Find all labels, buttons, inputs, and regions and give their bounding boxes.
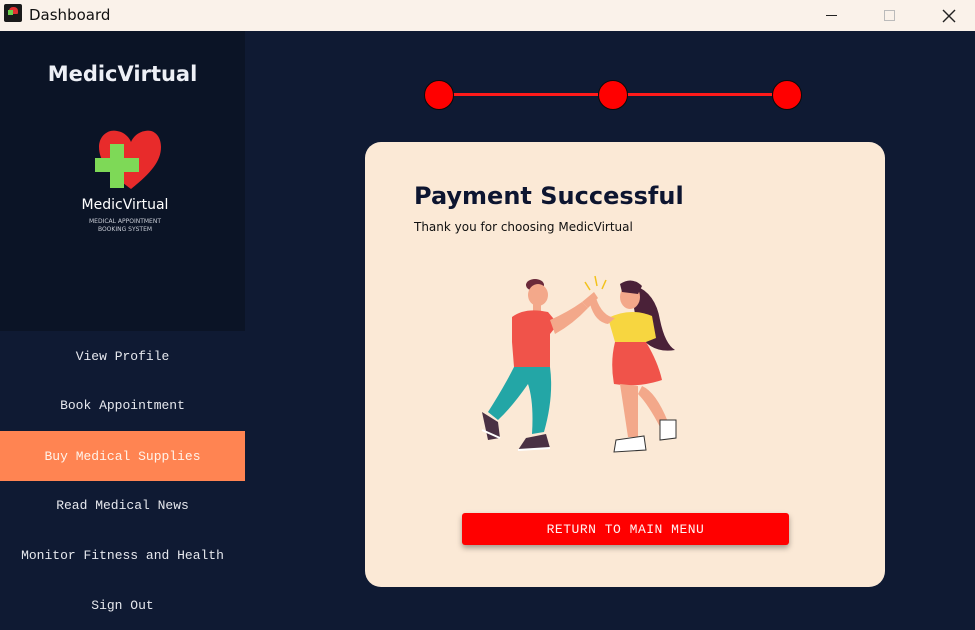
sidebar-item-buy-medical-supplies[interactable]: Buy Medical Supplies	[0, 431, 245, 481]
minimize-button[interactable]	[808, 0, 854, 31]
card-title: Payment Successful	[414, 182, 684, 210]
card-subtitle: Thank you for choosing MedicVirtual	[414, 220, 633, 234]
payment-success-card: Payment Successful Thank you for choosin…	[365, 142, 885, 587]
sidebar-item-monitor-fitness[interactable]: Monitor Fitness and Health	[0, 530, 245, 580]
maximize-button[interactable]	[866, 0, 912, 31]
title-bar: Dashboard	[0, 0, 975, 31]
logo-subtitle-line1: MEDICAL APPOINTMENT	[88, 218, 161, 225]
app-icon	[4, 4, 22, 22]
step-dot-2	[598, 80, 628, 110]
step-connector	[453, 93, 598, 96]
sidebar-item-label: Read Medical News	[56, 497, 189, 513]
brand-title: MedicVirtual	[47, 62, 198, 86]
minimize-icon	[825, 15, 837, 16]
sidebar-item-sign-out[interactable]: Sign Out	[0, 580, 245, 630]
sidebar-item-label: Buy Medical Supplies	[44, 448, 201, 464]
sidebar-item-label: Book Appointment	[60, 397, 185, 413]
brand-panel: MedicVirtual MedicVirtual MEDICAL APPOIN…	[0, 31, 245, 331]
sidebar-item-view-profile[interactable]: View Profile	[0, 331, 245, 381]
step-connector	[627, 93, 772, 96]
sidebar-item-read-medical-news[interactable]: Read Medical News	[0, 480, 245, 530]
step-dot-3	[772, 80, 802, 110]
man-figure	[481, 279, 598, 451]
close-icon	[942, 9, 956, 22]
sidebar-item-label: Monitor Fitness and Health	[21, 547, 224, 563]
logo-subtitle-line2: BOOKING SYSTEM	[97, 226, 153, 233]
maximize-icon	[883, 10, 895, 21]
medicvirtual-logo: MedicVirtual MEDICAL APPOINTMENT BOOKING…	[75, 127, 175, 247]
window-title: Dashboard	[29, 6, 111, 24]
heart-cross-icon	[95, 130, 161, 189]
return-to-main-menu-button[interactable]: RETURN TO MAIN MENU	[462, 513, 789, 545]
sidebar-item-label: Sign Out	[91, 597, 154, 613]
sidebar-item-label: View Profile	[75, 348, 170, 364]
high-five-illustration	[481, 275, 677, 453]
step-dot-1	[424, 80, 454, 110]
sidebar-item-book-appointment[interactable]: Book Appointment	[0, 380, 245, 430]
logo-name: MedicVirtual	[81, 197, 169, 213]
logo-subtitle: MEDICAL APPOINTMENT BOOKING SYSTEM	[75, 218, 175, 234]
woman-figure	[590, 280, 677, 453]
sidebar: MedicVirtual MedicVirtual MEDICAL APPOIN…	[0, 31, 245, 630]
close-button[interactable]	[926, 0, 972, 31]
